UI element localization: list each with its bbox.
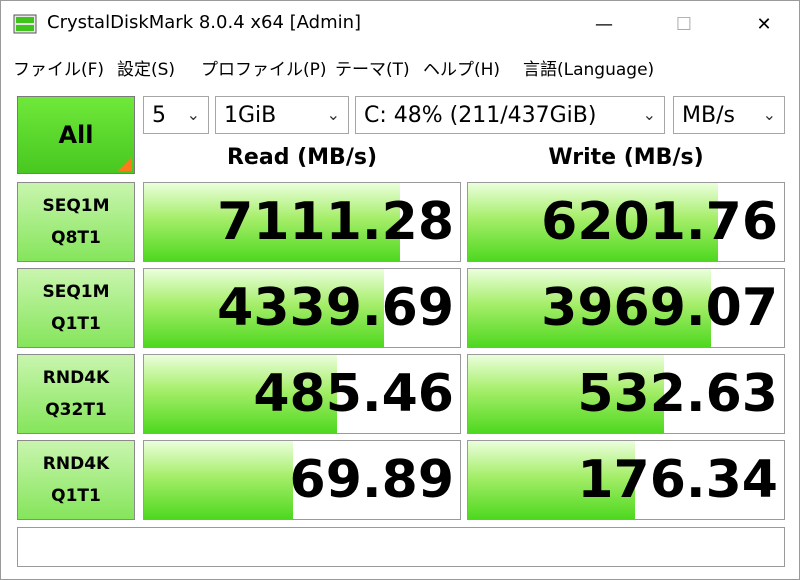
test-params: Q32T1 (45, 400, 107, 420)
comment-input[interactable] (17, 527, 785, 567)
test-name: RND4K (42, 454, 110, 474)
test-button-seq1m-q8t1[interactable]: SEQ1M Q8T1 (17, 182, 135, 262)
window-title: CrystalDiskMark 8.0.4 x64 [Admin] (47, 12, 362, 33)
menu-profile[interactable]: プロファイル(P) (201, 55, 327, 80)
write-value: 6201.76 (541, 192, 778, 252)
maximize-button[interactable]: ☐ (661, 1, 707, 47)
chevron-down-icon: ⌄ (762, 105, 776, 124)
read-result-cell: 69.89 (143, 440, 461, 520)
menu-help[interactable]: ヘルプ(H) (423, 55, 500, 80)
test-button-seq1m-q1t1[interactable]: SEQ1M Q1T1 (17, 268, 135, 348)
minimize-button[interactable]: — (581, 1, 627, 47)
write-result-cell: 3969.07 (467, 268, 785, 348)
test-button-rnd4k-q32t1[interactable]: RND4K Q32T1 (17, 354, 135, 434)
test-name: SEQ1M (42, 282, 110, 302)
chevron-down-icon: ⌄ (642, 105, 656, 124)
menu-language[interactable]: 言語(Language) (523, 55, 654, 80)
all-button-label: All (58, 121, 94, 149)
write-value: 176.34 (577, 450, 778, 510)
all-button[interactable]: All (17, 96, 135, 174)
read-value: 4339.69 (217, 278, 454, 338)
drive-value: C: 48% (211/437GiB) (364, 102, 597, 128)
test-count-value: 5 (152, 102, 166, 128)
chevron-down-icon: ⌄ (326, 105, 340, 124)
menu-theme[interactable]: テーマ(T) (335, 55, 410, 80)
read-value: 7111.28 (217, 192, 454, 252)
read-bar (144, 441, 293, 519)
menu-bar: ファイル(F) 設定(S) プロファイル(P) テーマ(T) ヘルプ(H) 言語… (1, 49, 799, 83)
app-window: CrystalDiskMark 8.0.4 x64 [Admin] — ☐ ✕ … (0, 0, 800, 580)
write-result-cell: 176.34 (467, 440, 785, 520)
write-value: 3969.07 (541, 278, 778, 338)
test-name: RND4K (42, 368, 110, 388)
write-result-cell: 6201.76 (467, 182, 785, 262)
test-button-rnd4k-q1t1[interactable]: RND4K Q1T1 (17, 440, 135, 520)
test-params: Q1T1 (51, 486, 101, 506)
close-button[interactable]: ✕ (741, 1, 787, 47)
test-name: SEQ1M (42, 196, 110, 216)
test-params: Q1T1 (51, 314, 101, 334)
unit-select[interactable]: MB/s ⌄ (673, 96, 785, 134)
chevron-down-icon: ⌄ (186, 105, 200, 124)
read-value: 69.89 (289, 450, 454, 510)
menu-settings[interactable]: 設定(S) (117, 55, 175, 80)
read-result-cell: 7111.28 (143, 182, 461, 262)
test-size-value: 1GiB (224, 102, 277, 128)
write-value: 532.63 (577, 364, 778, 424)
menu-file[interactable]: ファイル(F) (13, 55, 104, 80)
drive-select[interactable]: C: 48% (211/437GiB) ⌄ (355, 96, 665, 134)
corner-marker-icon (118, 157, 132, 171)
read-column-header: Read (MB/s) (226, 145, 377, 170)
test-count-select[interactable]: 5 ⌄ (143, 96, 209, 134)
test-size-select[interactable]: 1GiB ⌄ (215, 96, 349, 134)
write-column-header: Write (MB/s) (548, 145, 704, 170)
read-result-cell: 485.46 (143, 354, 461, 434)
title-bar[interactable]: CrystalDiskMark 8.0.4 x64 [Admin] — ☐ ✕ (1, 1, 799, 47)
read-result-cell: 4339.69 (143, 268, 461, 348)
write-result-cell: 532.63 (467, 354, 785, 434)
crystaldiskmark-app-icon (13, 14, 37, 34)
unit-value: MB/s (682, 102, 735, 128)
read-value: 485.46 (253, 364, 454, 424)
test-params: Q8T1 (51, 228, 101, 248)
